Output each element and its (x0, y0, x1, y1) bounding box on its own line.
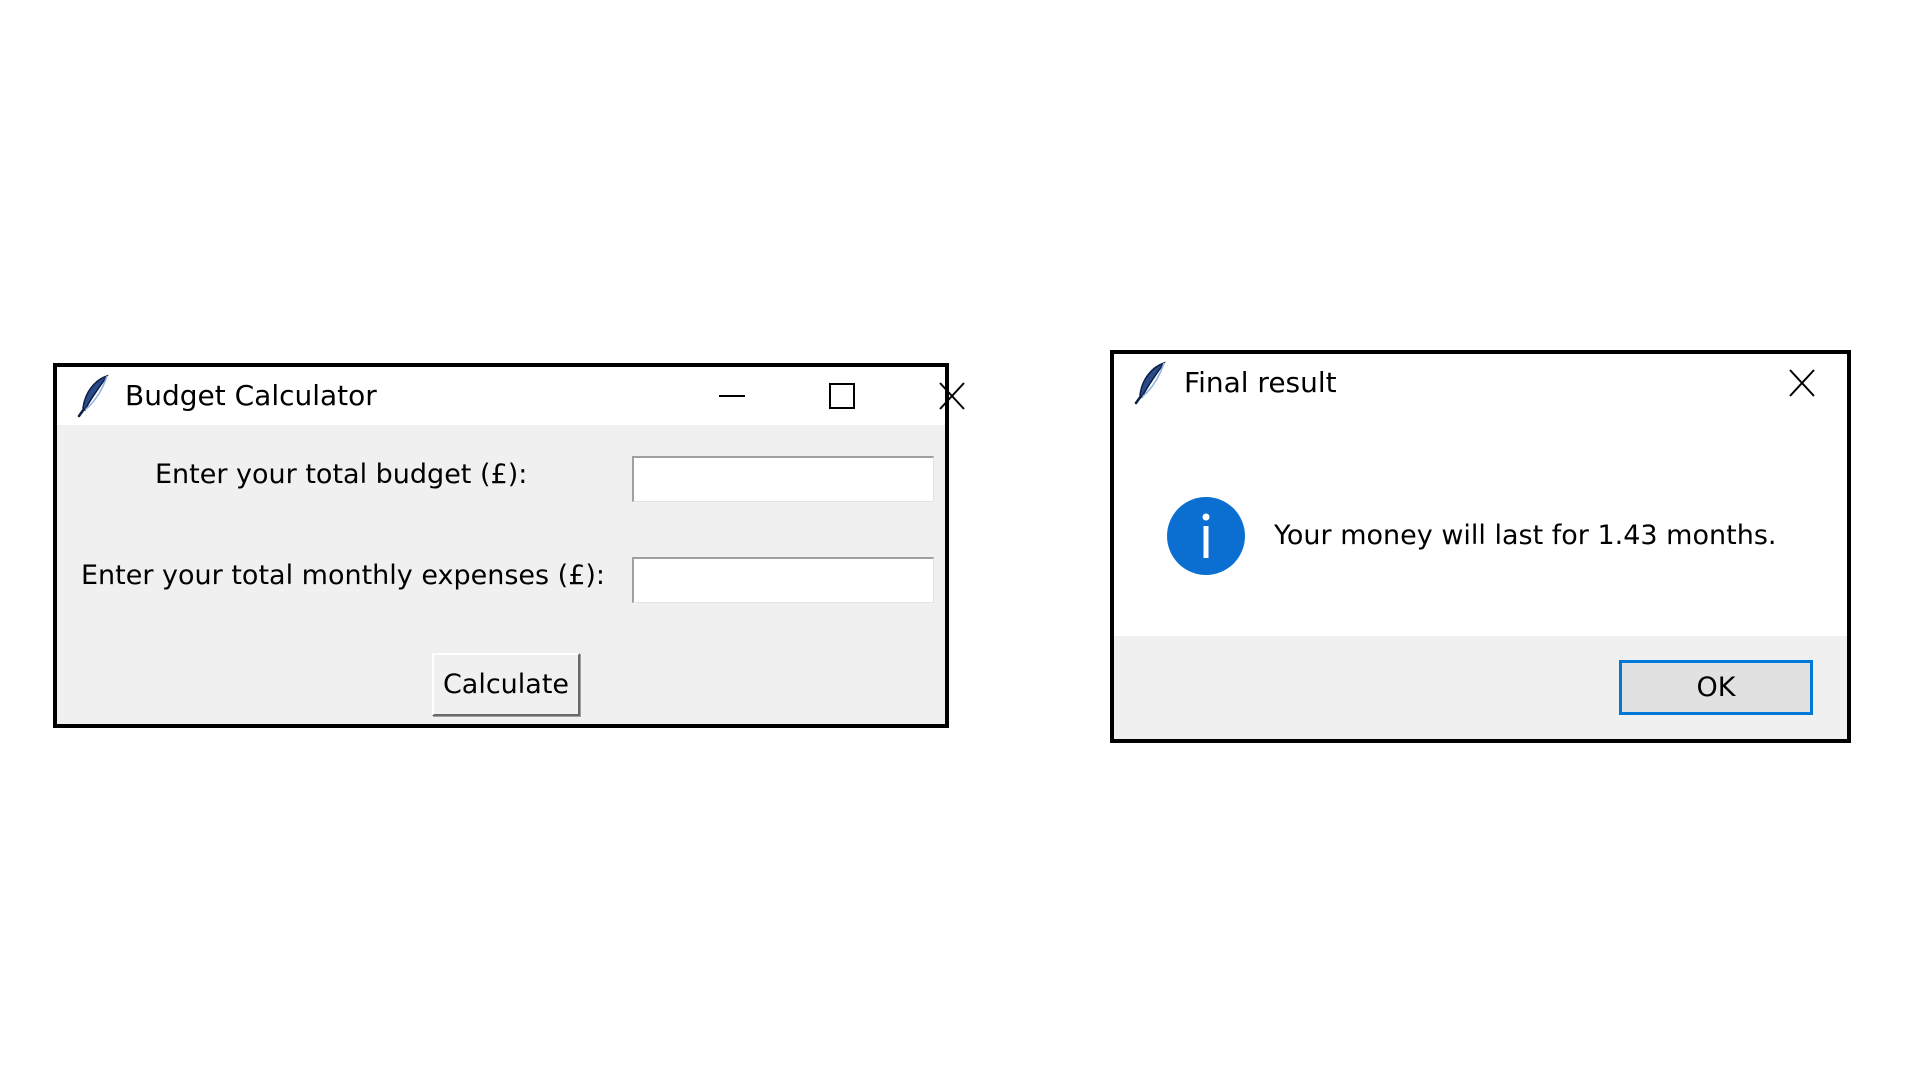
maximize-button[interactable] (797, 367, 887, 425)
result-titlebar[interactable]: Final result (1114, 354, 1847, 412)
dialog-body: Your money will last for 1.43 months. (1114, 412, 1847, 636)
final-result-dialog: Final result Your money will last for 1.… (1110, 350, 1851, 743)
minimize-button[interactable] (687, 367, 777, 425)
close-button[interactable] (1757, 354, 1847, 412)
ok-button[interactable]: OK (1619, 660, 1813, 715)
maximize-icon (829, 383, 855, 409)
info-icon (1166, 496, 1246, 576)
window-title: Budget Calculator (125, 379, 377, 412)
calculate-button[interactable]: Calculate (432, 653, 580, 716)
close-button[interactable] (907, 367, 997, 425)
feather-icon (1134, 361, 1170, 405)
expenses-label: Enter your total monthly expenses (£): (81, 560, 606, 591)
minimize-icon (719, 395, 745, 397)
close-icon (1789, 369, 1815, 397)
budget-input[interactable] (632, 456, 934, 502)
feather-icon (77, 374, 113, 418)
budget-calculator-window: Budget Calculator Enter your total budge… (53, 363, 965, 728)
budget-label: Enter your total budget (£): (155, 459, 528, 490)
expenses-input[interactable] (632, 557, 934, 603)
close-icon (939, 382, 965, 410)
dialog-title: Final result (1184, 366, 1337, 399)
budget-titlebar[interactable]: Budget Calculator (57, 367, 965, 425)
result-message: Your money will last for 1.43 months. (1274, 520, 1777, 551)
